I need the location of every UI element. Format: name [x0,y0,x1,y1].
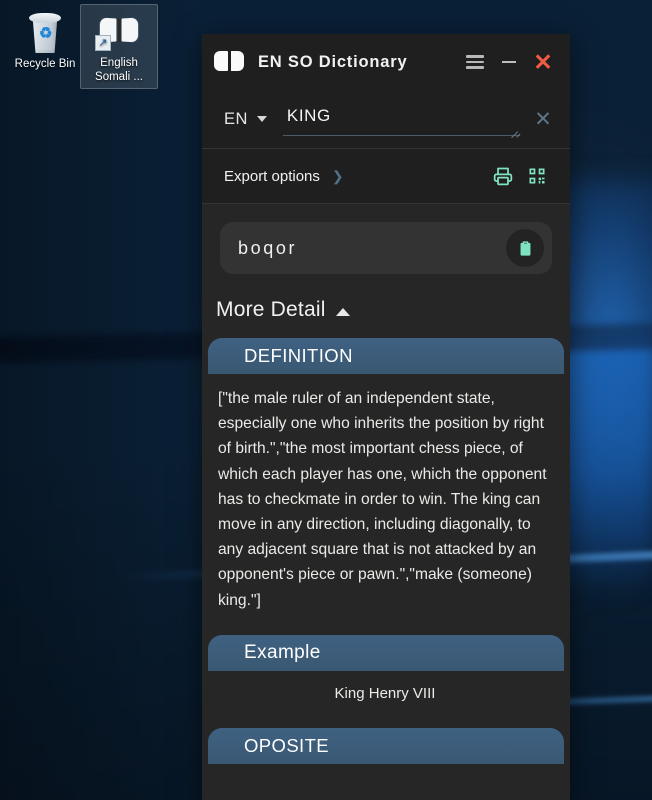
copy-translation-button[interactable] [506,229,544,267]
desktop-icon-recycle-bin[interactable]: ♻ Recycle Bin [6,6,84,74]
desktop-icon-english-somali-dictionary[interactable]: ↗ English Somali ... [80,4,158,89]
app-book-icon [212,47,246,77]
book-icon: ↗ [81,5,157,57]
search-input-wrapper [282,102,521,139]
section-heading: DEFINITION [208,338,564,374]
language-selector[interactable]: EN [224,110,267,129]
search-row: EN ✕ [202,90,570,148]
close-icon: ✕ [533,48,553,75]
desktop-icon-label: English Somali ... [95,57,143,83]
section-example: Example King Henry VIII [202,634,570,712]
clipboard-copy-icon [520,240,530,256]
export-options-row: Export options ❯ [202,148,570,204]
section-definition: DEFINITION ["the male ruler of an indepe… [202,338,570,619]
translation-result-card: boqor [220,222,552,274]
more-detail-label: More Detail [216,298,326,321]
hamburger-menu-icon [466,52,484,72]
minimize-button[interactable] [492,45,526,79]
content-area: boqor More Detail DEFINITION ["the male … [202,204,570,800]
chevron-up-icon [335,307,350,316]
section-body: King Henry VIII [334,684,436,702]
qr-code-icon [529,168,545,184]
printer-icon [493,167,513,186]
more-detail-toggle[interactable]: More Detail [202,274,570,338]
shortcut-arrow-icon: ↗ [95,35,111,51]
close-button[interactable]: ✕ [526,45,560,79]
export-options-label: Export options [224,167,320,185]
print-button[interactable] [486,161,520,191]
desktop-icon-label: Recycle Bin [14,58,76,70]
section-oposite: OPOSITE [202,728,570,765]
section-heading: Example [208,634,564,671]
clear-search-button[interactable]: ✕ [528,104,558,134]
minimize-icon [502,61,516,63]
chevron-down-icon [256,116,267,122]
window-titlebar[interactable]: EN SO Dictionary ✕ [202,34,570,90]
qr-code-button[interactable] [520,161,554,191]
section-heading: OPOSITE [208,728,564,765]
search-input[interactable] [282,102,520,136]
chevron-right-icon[interactable]: ❯ [332,168,344,185]
recycle-bin-icon: ♻ [6,6,84,58]
dictionary-window: EN SO Dictionary ✕ EN ✕ Export [202,34,570,800]
menu-button[interactable] [458,45,492,79]
language-selector-value: EN [224,109,248,128]
window-title: EN SO Dictionary [258,52,408,71]
section-body: ["the male ruler of an independent state… [218,390,547,609]
clear-icon: ✕ [534,107,552,131]
translation-word: boqor [238,237,298,258]
